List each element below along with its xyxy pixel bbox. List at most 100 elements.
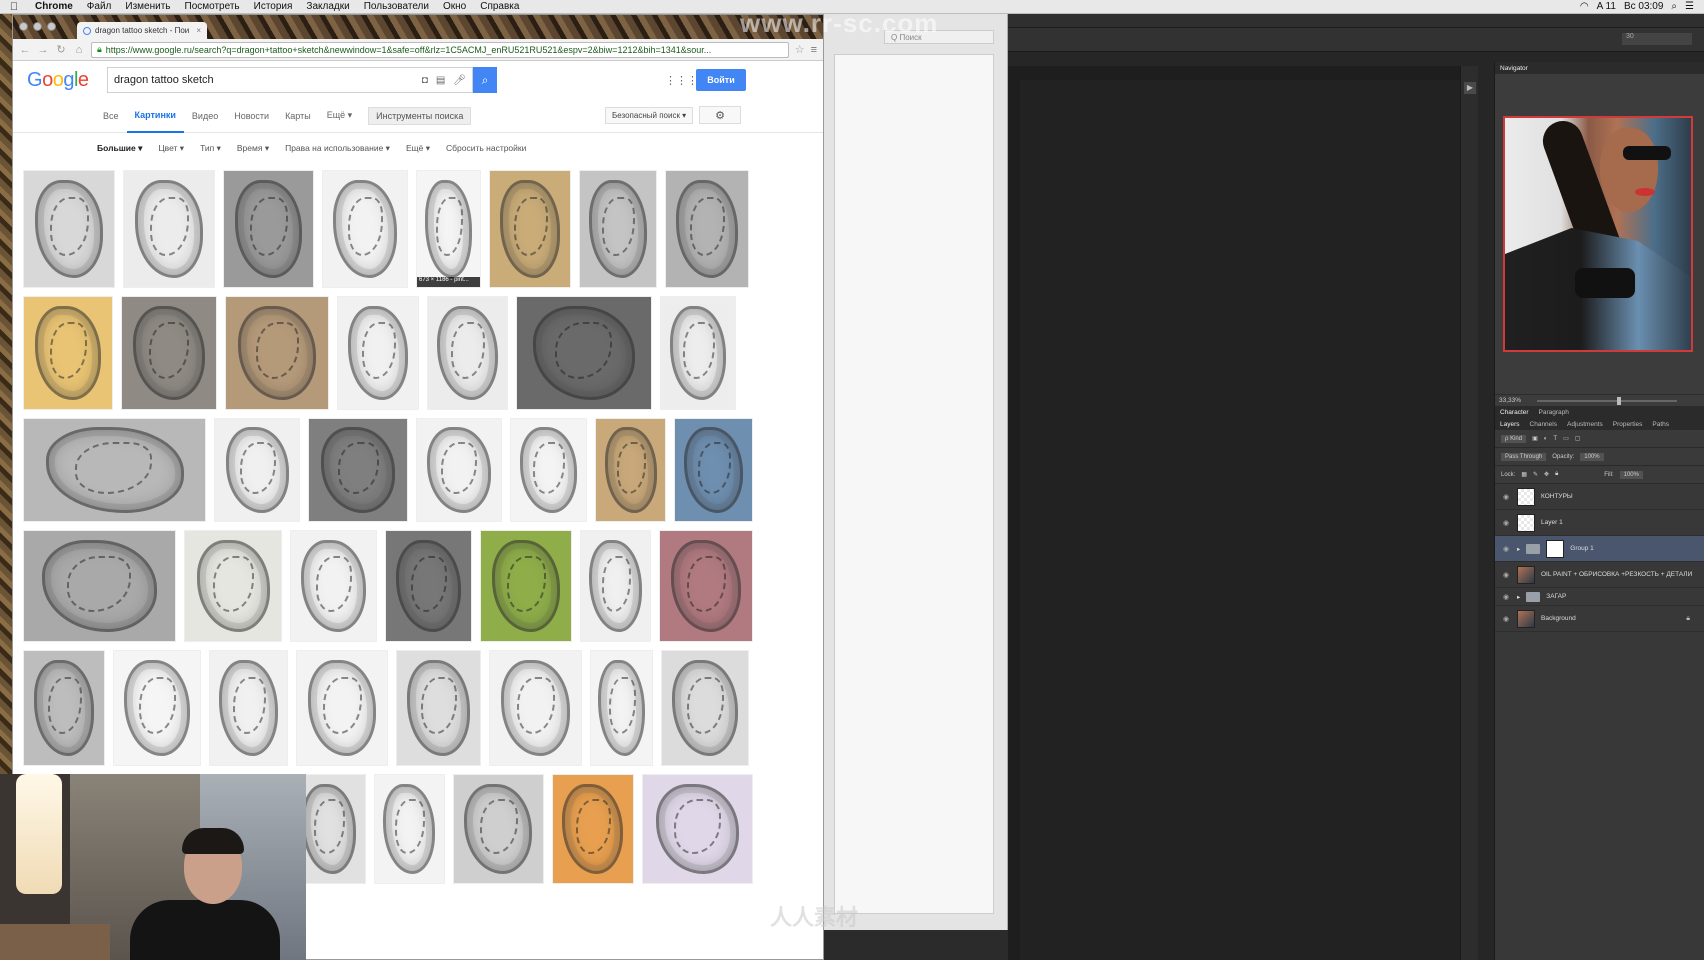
image-thumbnail[interactable] [385, 530, 473, 642]
ps-canvas[interactable] [1008, 66, 1460, 960]
image-thumbnail[interactable] [660, 296, 736, 410]
image-thumbnail[interactable] [209, 650, 288, 766]
filter-option[interactable]: Время ▾ [237, 143, 269, 154]
filter-smart-icon[interactable]: ▢ [1575, 435, 1581, 442]
image-thumbnail[interactable] [480, 530, 572, 642]
layer-row[interactable]: ◉ OIL PAINT + ОБРИСОВКА +РЕЗКОСТЬ + ДЕТАЛ… [1495, 562, 1704, 588]
image-thumbnail[interactable] [308, 418, 408, 522]
slider-handle[interactable] [1617, 396, 1622, 405]
apps-grid-icon[interactable]: ⋮⋮⋮ [665, 74, 698, 87]
image-thumbnail[interactable]: 673 × 1186 - pint... [416, 170, 481, 288]
image-thumbnail[interactable] [489, 650, 582, 766]
image-thumbnail[interactable] [590, 650, 653, 766]
filter-shape-icon[interactable]: ▭ [1563, 435, 1569, 442]
expand-arrow-icon[interactable]: ▸ [1517, 545, 1520, 553]
search-tab[interactable]: Новости [226, 99, 277, 133]
panel-tab[interactable]: Properties [1613, 421, 1643, 428]
visibility-eye-icon[interactable]: ◉ [1501, 571, 1511, 579]
expand-arrow-icon[interactable]: ▸ [1517, 593, 1520, 601]
ps-zoom-field[interactable]: 30 [1622, 33, 1692, 45]
lock-paint-icon[interactable]: ✎ [1533, 471, 1538, 478]
layer-kind-filter[interactable]: ρ Kind [1501, 434, 1527, 443]
visibility-eye-icon[interactable]: ◉ [1501, 545, 1511, 553]
home-icon[interactable]: ⌂ [73, 44, 85, 56]
image-thumbnail[interactable] [427, 296, 508, 410]
image-thumbnail[interactable] [659, 530, 754, 642]
search-tools-button[interactable]: Инструменты поиска [368, 106, 472, 125]
image-thumbnail[interactable] [452, 774, 544, 884]
safe-search-dropdown[interactable]: Безопасный поиск ▾ [605, 107, 694, 124]
layer-thumbnail[interactable] [1517, 565, 1535, 584]
layer-thumbnail[interactable] [1517, 609, 1535, 628]
visibility-eye-icon[interactable]: ◉ [1501, 615, 1511, 623]
search-tab[interactable]: Карты [277, 99, 319, 133]
layer-thumbnail[interactable] [1517, 513, 1535, 532]
zoom-window-button[interactable] [47, 22, 56, 31]
keyboard-icon[interactable]: ▤ [436, 75, 445, 86]
image-thumbnail[interactable] [509, 418, 588, 522]
blend-mode-select[interactable]: Pass Through [1501, 452, 1547, 461]
minimize-window-button[interactable] [33, 22, 42, 31]
image-thumbnail[interactable] [296, 650, 388, 766]
camera-icon[interactable]: ◘ [422, 75, 428, 86]
opacity-field[interactable]: 100% [1580, 452, 1604, 461]
panel-tab[interactable]: Channels [1530, 421, 1557, 428]
microphone-icon[interactable]: 🎤︎ [453, 75, 466, 86]
layer-row[interactable]: ◉ КОНТУРЫ [1495, 484, 1704, 510]
image-thumbnail[interactable] [290, 530, 378, 642]
close-tab-icon[interactable]: × [196, 26, 201, 35]
layer-thumbnail[interactable] [1517, 487, 1535, 506]
search-tab[interactable]: Картинки [126, 99, 184, 133]
image-thumbnail[interactable] [489, 170, 571, 288]
apple-icon[interactable]:  [0, 1, 28, 13]
image-thumbnail[interactable] [373, 774, 445, 884]
google-logo[interactable]: Google [27, 69, 95, 92]
filter-adjust-icon[interactable]: ◐ [1544, 436, 1548, 442]
image-thumbnail[interactable] [579, 530, 652, 642]
fill-field[interactable]: 100% [1619, 470, 1643, 479]
close-window-button[interactable] [19, 22, 28, 31]
filter-option[interactable]: Ещё ▾ [406, 143, 430, 154]
navigator-preview[interactable] [1503, 116, 1693, 352]
forward-icon[interactable]: → [37, 44, 49, 56]
image-thumbnail[interactable] [579, 170, 657, 288]
filter-option[interactable]: Тип ▾ [200, 143, 221, 154]
image-thumbnail[interactable] [223, 170, 314, 288]
search-tab[interactable]: Все [95, 99, 127, 133]
visibility-eye-icon[interactable]: ◉ [1501, 519, 1511, 527]
lock-transparency-icon[interactable]: ▦ [1521, 471, 1527, 478]
image-thumbnail[interactable] [551, 774, 634, 884]
panel-tab[interactable]: Layers [1500, 421, 1520, 428]
lock-all-icon[interactable]: 🔒︎ [1555, 471, 1558, 478]
image-thumbnail[interactable] [396, 650, 481, 766]
search-tab[interactable]: Ещё ▾ [319, 99, 360, 133]
layer-row[interactable]: ◉ ▸ ЗАГАР [1495, 588, 1704, 606]
image-thumbnail[interactable] [123, 170, 215, 288]
filter-option[interactable]: Права на использование ▾ [285, 143, 390, 154]
image-thumbnail[interactable] [23, 650, 105, 766]
image-thumbnail[interactable] [121, 296, 217, 410]
image-thumbnail[interactable] [595, 418, 667, 522]
image-thumbnail[interactable] [23, 530, 177, 642]
layer-row[interactable]: ◉ ▸ Group 1 [1495, 536, 1704, 562]
search-icon[interactable]: ⌕ [1671, 1, 1677, 12]
menu-item[interactable]: Изменить [118, 1, 177, 12]
ps-document-area[interactable] [1020, 80, 1460, 960]
clock[interactable]: Вс 03:09 [1624, 1, 1663, 12]
lock-move-icon[interactable]: ✥ [1544, 471, 1549, 478]
image-thumbnail[interactable] [184, 530, 283, 642]
menu-item[interactable]: Посмотреть [178, 1, 247, 12]
image-thumbnail[interactable] [642, 774, 754, 884]
panel-tab[interactable]: Paths [1652, 421, 1669, 428]
back-icon[interactable]: ← [19, 44, 31, 56]
filter-type-icon[interactable]: T [1553, 436, 1557, 442]
image-thumbnail[interactable] [214, 418, 301, 522]
layer-mask-thumbnail[interactable] [1546, 539, 1565, 558]
layer-row[interactable]: ◉ Layer 1 [1495, 510, 1704, 536]
menu-item[interactable]: Пользователи [357, 1, 436, 12]
menu-item[interactable]: Файл [80, 1, 119, 12]
visibility-eye-icon[interactable]: ◉ [1501, 493, 1511, 501]
search-button[interactable]: ⌕ [473, 67, 497, 93]
filter-option[interactable]: Большие ▾ [97, 143, 142, 154]
chrome-menu-icon[interactable]: ≡ [811, 44, 817, 56]
